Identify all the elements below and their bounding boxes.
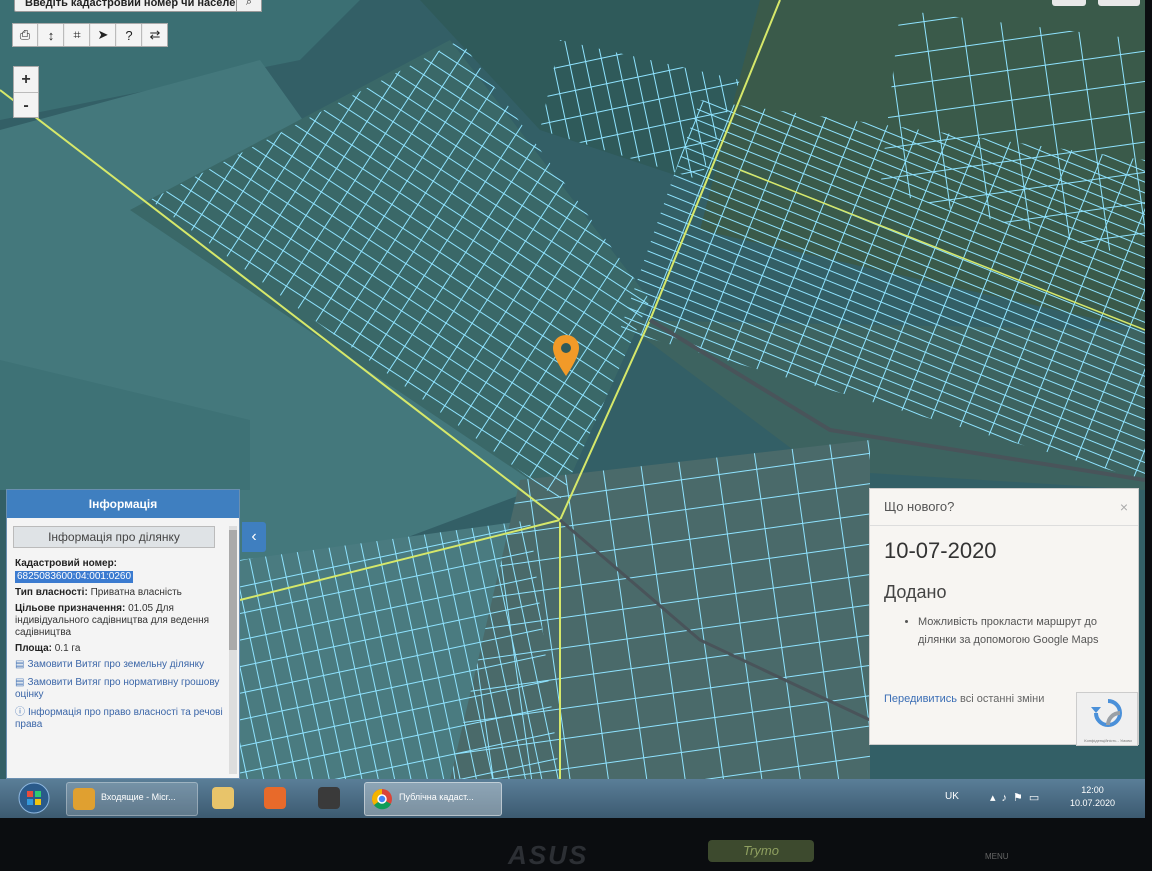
recaptcha-privacy-text[interactable]: Конфіденційність - Умови bbox=[1079, 738, 1137, 743]
system-tray-icons[interactable]: ▴♪⚑▭ bbox=[990, 791, 1045, 804]
news-popup-header: Що нового? × bbox=[870, 489, 1138, 526]
top-right-button[interactable] bbox=[1052, 0, 1086, 6]
taskbar-item-explorer[interactable] bbox=[206, 782, 246, 814]
area-row: Площа: 0.1 га bbox=[7, 643, 239, 655]
search-input[interactable]: Введіть кадастровий номер чи населе bbox=[14, 0, 242, 12]
order-extract-label[interactable]: Замовити Витяг про земельну ділянку bbox=[27, 659, 204, 670]
windows-start-icon[interactable] bbox=[14, 782, 54, 815]
taskbar-item-outlook[interactable]: Входящие - Micr... bbox=[66, 782, 198, 816]
measure-icon[interactable]: ↕ bbox=[39, 24, 64, 46]
document-icon: ▤ bbox=[15, 659, 25, 670]
info-panel-subheader[interactable]: Інформація про ділянку bbox=[13, 526, 215, 548]
location-marker-icon[interactable] bbox=[551, 334, 581, 378]
purpose-label: Цільове призначення: bbox=[15, 603, 126, 614]
news-list: Можливість прокласти маршрут до ділянки … bbox=[918, 613, 1124, 649]
media-player-icon bbox=[264, 787, 286, 809]
monitor-menu-label: MENU bbox=[985, 852, 1009, 861]
folder-icon bbox=[212, 787, 234, 809]
recaptcha-badge[interactable]: Конфіденційність - Умови bbox=[1076, 692, 1138, 746]
taskbar-item-user[interactable] bbox=[312, 782, 358, 814]
area-label: Площа: bbox=[15, 643, 52, 654]
view-changes-link[interactable]: Передивитись bbox=[884, 693, 957, 705]
info-circle-icon: ⓘ bbox=[15, 707, 25, 718]
news-title: Що нового? bbox=[884, 499, 955, 514]
document-icon: ▤ bbox=[15, 677, 25, 688]
user-icon bbox=[318, 787, 340, 809]
news-date: 10-07-2020 bbox=[884, 538, 997, 563]
measure-area-icon[interactable]: ⌗ bbox=[65, 24, 90, 46]
outlook-icon bbox=[73, 788, 95, 810]
news-list-item: Можливість прокласти маршрут до ділянки … bbox=[918, 613, 1124, 649]
info-panel: Інформація Інформація про ділянку Кадаст… bbox=[6, 489, 240, 779]
language-indicator[interactable]: UK bbox=[945, 791, 959, 802]
order-valuation-link[interactable]: ▤ Замовити Витяг про нормативну грошову о… bbox=[7, 677, 239, 701]
clock[interactable]: 12:00 10.07.2020 bbox=[1070, 784, 1115, 810]
zoom-out-button[interactable]: - bbox=[14, 93, 38, 118]
ownership-row: Тип власності: Приватна власність bbox=[7, 587, 239, 599]
cadastral-label: Кадастровий номер: bbox=[15, 558, 118, 569]
monitor-brand-logo: ASUS bbox=[508, 840, 589, 870]
monitor-sticker: Trymo bbox=[708, 840, 814, 862]
ownership-info-link[interactable]: ⓘ Інформація про право власності та речов… bbox=[7, 707, 239, 731]
map-toolbar: ⎙ ↕ ⌗ ➤ ? ⇄ bbox=[12, 23, 168, 47]
info-panel-header: Інформація bbox=[7, 490, 239, 518]
top-right-button-2[interactable] bbox=[1098, 0, 1140, 6]
info-icon[interactable]: ? bbox=[117, 24, 142, 46]
area-value: 0.1 га bbox=[54, 643, 81, 654]
screen: Введіть кадастровий номер чи населе ⌕ ⎙ … bbox=[0, 0, 1145, 818]
cursor-icon[interactable]: ➤ bbox=[91, 24, 116, 46]
taskbar-item-media[interactable] bbox=[258, 782, 298, 814]
taskbar-item-chrome[interactable]: Публічна кадаст... bbox=[364, 782, 502, 816]
news-popup: Що нового? × 10-07-2020 Додано Можливіст… bbox=[869, 488, 1139, 746]
clock-date: 10.07.2020 bbox=[1070, 798, 1116, 808]
chrome-icon bbox=[372, 789, 392, 810]
ownership-value: Приватна власність bbox=[90, 587, 182, 598]
ownership-info-label[interactable]: Інформація про право власності та речові… bbox=[15, 707, 223, 730]
view-changes-suffix: всі останні зміни bbox=[960, 693, 1045, 705]
zoom-in-button[interactable]: + bbox=[14, 67, 38, 93]
ownership-label: Тип власності: bbox=[15, 587, 88, 598]
close-icon[interactable]: × bbox=[1120, 489, 1128, 525]
cadastral-value[interactable]: 6825083600:04:001:0260 bbox=[15, 571, 134, 583]
news-link-row: Передивитись всі останні зміни bbox=[884, 693, 1044, 705]
scrollbar-thumb[interactable] bbox=[229, 530, 237, 650]
zoom-control: + - bbox=[13, 66, 39, 118]
news-added-heading: Додано bbox=[884, 582, 947, 602]
order-valuation-label[interactable]: Замовити Витяг про нормативну грошову оц… bbox=[15, 677, 219, 700]
taskbar-item-chrome-label: Публічна кадаст... bbox=[399, 792, 474, 802]
purpose-row: Цільове призначення: 01.05 Для індивідуа… bbox=[7, 603, 239, 639]
windows-taskbar: Входящие - Micr... Публічна кадаст... UK… bbox=[0, 779, 1145, 818]
print-icon[interactable]: ⎙ bbox=[13, 24, 38, 46]
order-extract-link[interactable]: ▤ Замовити Витяг про земельну ділянку bbox=[7, 659, 239, 671]
cadastral-row: Кадастровий номер: 6825083600:04:001:026… bbox=[7, 558, 239, 583]
route-icon[interactable]: ⇄ bbox=[143, 24, 167, 46]
taskbar-item-outlook-label: Входящие - Micr... bbox=[101, 792, 176, 802]
info-panel-scrollbar[interactable] bbox=[229, 526, 237, 774]
clock-time: 12:00 bbox=[1081, 785, 1104, 795]
recaptcha-icon bbox=[1091, 699, 1122, 727]
search-icon[interactable]: ⌕ bbox=[236, 0, 262, 12]
collapse-panel-button[interactable]: ‹ bbox=[242, 522, 266, 552]
